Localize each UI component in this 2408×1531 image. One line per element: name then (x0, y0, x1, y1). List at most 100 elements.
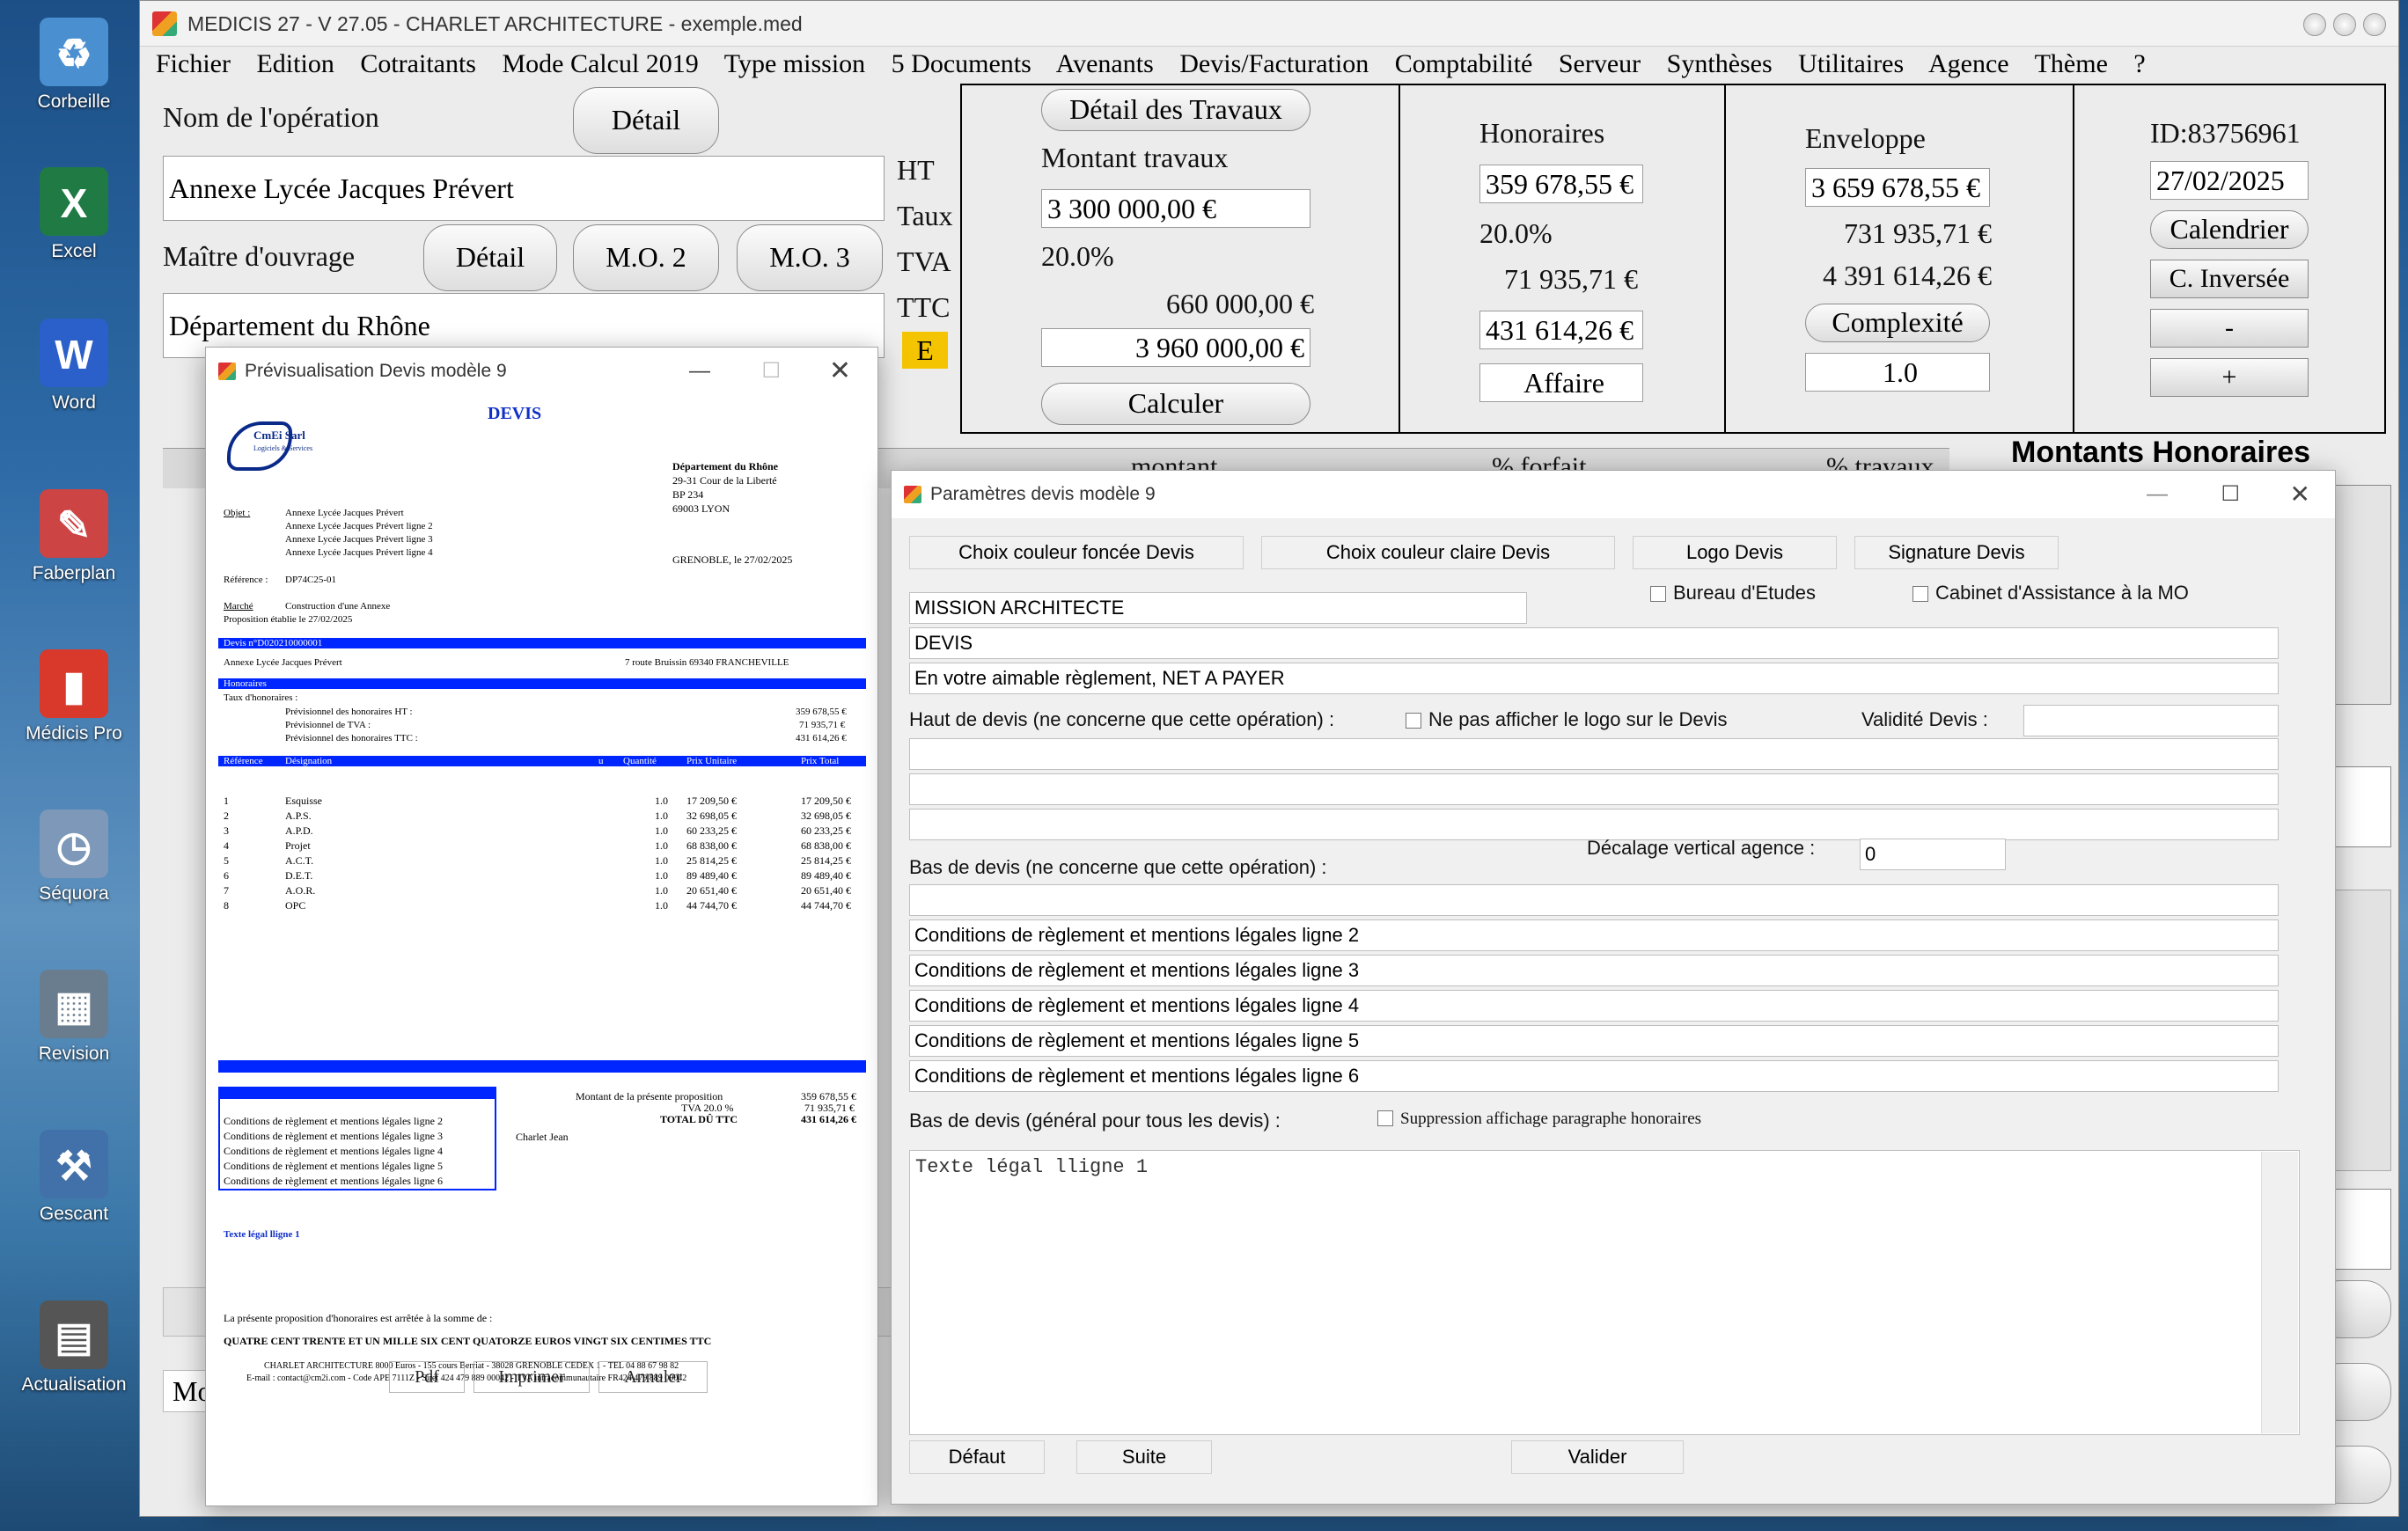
desktop-icon-medicis-pro[interactable]: ▮ Médicis Pro (9, 649, 139, 744)
mission-field[interactable]: MISSION ARCHITECTE (909, 592, 1527, 624)
affaire-button[interactable]: Affaire (1479, 363, 1643, 402)
th-des: Désignation (285, 756, 333, 766)
mo2-button[interactable]: M.O. 2 (573, 224, 719, 291)
checkbox[interactable] (1650, 586, 1666, 602)
desktop-icon-sequora[interactable]: ◷ Séquora (9, 809, 139, 905)
bureau-etudes-checkbox[interactable]: Bureau d'Etudes (1650, 582, 1816, 604)
reglement-field[interactable]: En votre aimable règlement, NET A PAYER (909, 663, 2279, 694)
complexite-field[interactable]: 1.0 (1805, 353, 1990, 392)
textarea-scrollbar[interactable] (2261, 1152, 2298, 1433)
enveloppe-panel: Enveloppe 3 659 678,55 € 731 935,71 € 4 … (1724, 84, 2074, 434)
menu-utilitaires[interactable]: Utilitaires (1798, 49, 1904, 78)
menu-type-mission[interactable]: Type mission (724, 49, 865, 78)
texte-legal-textarea[interactable]: Texte légal lligne 1 (909, 1150, 2300, 1435)
plus-button[interactable]: + (2150, 358, 2309, 397)
desktop-icon-faberplan[interactable]: ✎ Faberplan (9, 489, 139, 584)
desktop-icon-revision[interactable]: ▦ Revision (9, 970, 139, 1065)
menu-fichier[interactable]: Fichier (156, 49, 231, 78)
enveloppe-ht-field[interactable]: 3 659 678,55 € (1805, 168, 1990, 207)
bas-devis-line-6[interactable]: Conditions de règlement et mentions léga… (909, 1060, 2279, 1092)
calculer-button[interactable]: Calculer (1041, 383, 1310, 425)
checkbox[interactable] (1912, 586, 1928, 602)
bas-devis-line-1[interactable] (909, 884, 2279, 916)
close-button[interactable] (2363, 13, 2386, 36)
operation-name-field[interactable]: Annexe Lycée Jacques Prévert (163, 156, 885, 221)
detail-travaux-button[interactable]: Détail des Travaux (1041, 89, 1310, 131)
complexite-button[interactable]: Complexité (1805, 304, 1990, 342)
minimize-icon[interactable]: — (2147, 471, 2168, 518)
suite-button[interactable]: Suite (1076, 1440, 1212, 1474)
close-icon[interactable]: ✕ (829, 348, 851, 395)
desktop-icon-label: Faberplan (32, 563, 116, 583)
haut-devis-line-3[interactable] (909, 809, 2279, 840)
checkbox[interactable] (1406, 713, 1421, 729)
desktop-icon-corbeille[interactable]: ♻ Corbeille (9, 18, 139, 113)
haut-devis-line-1[interactable] (909, 738, 2279, 770)
menu-help[interactable]: ? (2133, 49, 2145, 78)
valider-button[interactable]: Valider (1511, 1440, 1684, 1474)
validite-field[interactable] (2023, 705, 2279, 736)
menu-edition[interactable]: Edition (256, 49, 334, 78)
logo-devis-button[interactable]: Logo Devis (1633, 536, 1837, 569)
minus-button[interactable]: - (2150, 309, 2309, 348)
travaux-ttc-field[interactable]: 3 960 000,00 € (1041, 328, 1310, 367)
operation-detail-button[interactable]: Détail (573, 87, 719, 154)
company-sub: Logiciels & Services (253, 444, 313, 452)
maximize-icon[interactable]: ☐ (761, 348, 781, 395)
honoraires-ttc-field[interactable]: 431 614,26 € (1479, 311, 1643, 349)
menu-avenants[interactable]: Avenants (1056, 49, 1154, 78)
decalage-field[interactable]: 0 (1860, 839, 2006, 870)
haut-devis-line-2[interactable] (909, 773, 2279, 805)
c-inversee-button[interactable]: C. Inversée (2150, 260, 2309, 298)
date-field[interactable]: 27/02/2025 (2150, 161, 2309, 200)
client-addr1: 29-31 Cour de la Liberté (672, 474, 777, 487)
maximize-icon[interactable]: ☐ (2221, 471, 2240, 518)
desktop-icon-excel[interactable]: X Excel (9, 167, 139, 262)
choix-couleur-claire-button[interactable]: Choix couleur claire Devis (1261, 536, 1615, 569)
montant-travaux-field[interactable]: 3 300 000,00 € (1041, 189, 1310, 228)
desktop-icon-gescant[interactable]: ⚒ Gescant (9, 1130, 139, 1225)
honoraires-taux: 20.0% (1479, 217, 1553, 249)
desktop-icon-word[interactable]: W Word (9, 319, 139, 414)
calendrier-button[interactable]: Calendrier (2150, 210, 2309, 249)
desktop-icon-actualisation[interactable]: ▤ Actualisation (9, 1300, 139, 1395)
signature-devis-button[interactable]: Signature Devis (1854, 536, 2059, 569)
defaut-button[interactable]: Défaut (909, 1440, 1045, 1474)
menu-cotraitants[interactable]: Cotraitants (360, 49, 476, 78)
menu-syntheses[interactable]: Synthèses (1667, 49, 1773, 78)
minimize-button[interactable] (2303, 13, 2326, 36)
bas-devis-line-2[interactable]: Conditions de règlement et mentions léga… (909, 919, 2279, 951)
checkbox[interactable] (1377, 1110, 1393, 1126)
maitre-detail-button[interactable]: Détail (423, 224, 557, 291)
cabinet-assistance-checkbox[interactable]: Cabinet d'Assistance à la MO (1912, 582, 2189, 604)
menu-comptabilite[interactable]: Comptabilité (1395, 49, 1533, 78)
taux-honoraires: Taux d'honoraires : (224, 692, 298, 703)
bas-devis-line-5[interactable]: Conditions de règlement et mentions léga… (909, 1025, 2279, 1057)
row-ref: 8 (224, 899, 229, 912)
devis-title-field[interactable]: DEVIS (909, 627, 2279, 659)
row-ref: 4 (224, 839, 229, 852)
choix-couleur-foncee-button[interactable]: Choix couleur foncée Devis (909, 536, 1244, 569)
client-addr2: BP 234 (672, 488, 704, 501)
texte-legal: Texte légal lligne 1 (224, 1229, 300, 1240)
minimize-icon[interactable]: — (689, 348, 710, 395)
pdf-button[interactable]: Pdf (389, 1361, 465, 1393)
close-icon[interactable]: ✕ (2290, 471, 2310, 518)
menu-mode-calcul[interactable]: Mode Calcul 2019 (502, 49, 698, 78)
menu-theme[interactable]: Thème (2035, 49, 2108, 78)
suppression-checkbox[interactable]: Suppression affichage paragraphe honorai… (1377, 1110, 1701, 1129)
maximize-button[interactable] (2333, 13, 2356, 36)
th-ref: Référence (224, 756, 263, 766)
menu-agence[interactable]: Agence (1928, 49, 2009, 78)
menu-documents[interactable]: 5 Documents (892, 49, 1031, 78)
bas-devis-line-3[interactable]: Conditions de règlement et mentions léga… (909, 955, 2279, 986)
menu-serveur[interactable]: Serveur (1559, 49, 1641, 78)
annuler-button[interactable]: Annuler (598, 1361, 708, 1393)
montants-honoraires-title: Montants Honoraires (2011, 436, 2311, 469)
bas-devis-line-4[interactable]: Conditions de règlement et mentions léga… (909, 990, 2279, 1022)
honoraires-ht-field[interactable]: 359 678,55 € (1479, 165, 1643, 203)
no-logo-checkbox[interactable]: Ne pas afficher le logo sur le Devis (1406, 708, 1728, 731)
menu-devis-facturation[interactable]: Devis/Facturation (1179, 49, 1369, 78)
imprimer-button[interactable]: Imprimer (474, 1361, 590, 1393)
mo3-button[interactable]: M.O. 3 (737, 224, 883, 291)
